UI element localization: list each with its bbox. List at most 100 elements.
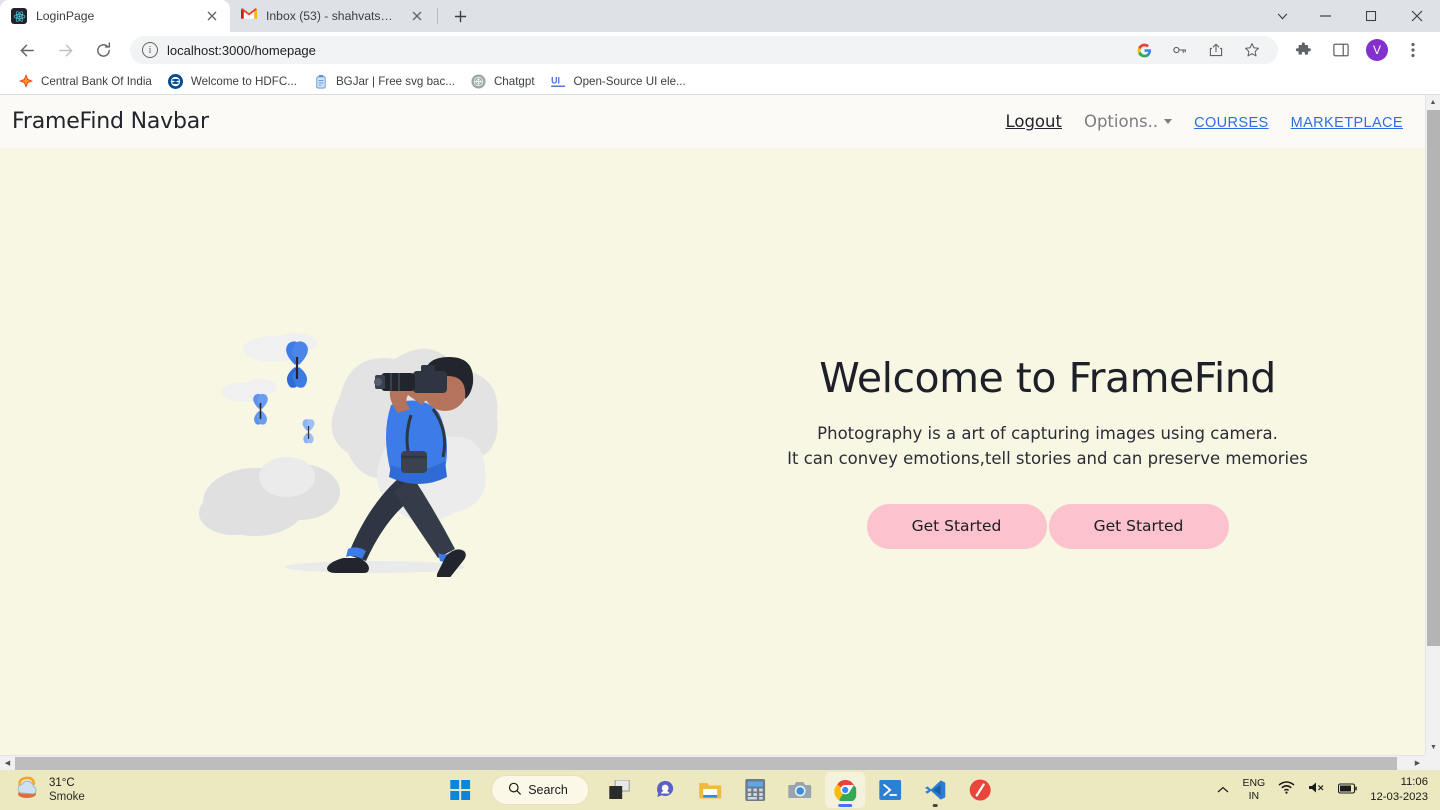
bookmark-label: Central Bank Of India	[41, 74, 152, 88]
weather-temperature: 31°C	[49, 776, 75, 789]
task-view-icon[interactable]	[600, 772, 640, 808]
tab-title: LoginPage	[36, 9, 95, 23]
vertical-scrollbar[interactable]: ▲ ▼	[1425, 95, 1440, 755]
search-icon	[508, 782, 521, 798]
windows-start-icon[interactable]	[440, 772, 480, 808]
sidebar-icon[interactable]	[1327, 36, 1355, 64]
maximize-icon[interactable]	[1348, 0, 1394, 32]
wifi-icon[interactable]	[1278, 781, 1295, 799]
address-bar[interactable]: i localhost:3000/homepage	[130, 36, 1278, 64]
active-app-indicator	[837, 804, 852, 807]
page-title: Welcome to FrameFind	[819, 354, 1276, 403]
camera-icon[interactable]	[780, 772, 820, 808]
clock-date: 12-03-2023	[1370, 791, 1428, 803]
new-tab-button[interactable]	[446, 2, 474, 30]
scroll-left-arrow-icon[interactable]: ◀	[0, 759, 15, 767]
puzzle-icon[interactable]	[1289, 36, 1317, 64]
chrome-icon[interactable]	[824, 772, 865, 808]
nav-link-courses[interactable]: COURSES	[1194, 115, 1269, 131]
back-arrow-icon[interactable]	[13, 36, 41, 64]
navbar-links: Logout Options.. COURSES MARKETPLACE	[1005, 112, 1403, 131]
powershell-icon[interactable]	[870, 772, 910, 808]
opera-icon[interactable]	[960, 772, 1000, 808]
info-icon[interactable]: i	[142, 42, 158, 58]
hero-illustration-wrap	[0, 327, 720, 577]
vscode-icon[interactable]	[915, 772, 955, 808]
close-window-icon[interactable]	[1394, 0, 1440, 32]
gmail-icon	[241, 8, 257, 24]
tab-search-icon[interactable]	[1262, 0, 1302, 32]
horizontal-scrollbar-thumb[interactable]	[15, 757, 1397, 770]
url-text: localhost:3000/homepage	[167, 42, 316, 58]
profile-avatar[interactable]: V	[1366, 39, 1388, 61]
get-started-button-1[interactable]: Get Started	[866, 503, 1047, 549]
tab-divider	[437, 8, 438, 24]
bookmark-label: Welcome to HDFC...	[190, 74, 297, 88]
butterfly-medium	[253, 393, 268, 425]
options-label: Options..	[1083, 112, 1159, 131]
svg-text:UI: UI	[551, 76, 560, 86]
bookmark-open-source-ui[interactable]: UI Open-Source UI ele...	[543, 70, 694, 92]
get-started-button-2[interactable]: Get Started	[1048, 503, 1229, 549]
tab-loginpage[interactable]: LoginPage	[0, 0, 230, 32]
star-icon[interactable]	[1238, 36, 1266, 64]
share-icon[interactable]	[1202, 36, 1230, 64]
bookmark-bgjar[interactable]: BGJar | Free svg bac...	[305, 70, 463, 92]
volume-muted-icon[interactable]	[1308, 781, 1325, 799]
language-indicator[interactable]: ENG IN	[1242, 777, 1265, 803]
vertical-scrollbar-thumb[interactable]	[1427, 110, 1440, 646]
bookmarks-bar: Central Bank Of India Welcome to HDFC...	[0, 68, 1440, 95]
cbi-icon	[18, 73, 34, 89]
scroll-down-arrow-icon[interactable]: ▼	[1426, 740, 1440, 755]
key-icon[interactable]	[1166, 36, 1194, 64]
bookmark-central-bank-of-india[interactable]: Central Bank Of India	[10, 70, 160, 92]
scroll-up-arrow-icon[interactable]: ▲	[1426, 95, 1440, 110]
hero-section: Welcome to FrameFind Photography is a ar…	[0, 148, 1425, 755]
google-icon[interactable]	[1130, 36, 1158, 64]
bookmark-chatgpt[interactable]: Chatgpt	[463, 70, 543, 92]
options-dropdown[interactable]: Options..	[1083, 112, 1173, 131]
photographer-illustration	[199, 332, 498, 577]
hero-buttons: Get Started Get Started	[720, 503, 1375, 549]
taskbar-search[interactable]: Search	[491, 775, 589, 805]
system-tray: ENG IN 11:06 12-03-2023	[1217, 775, 1440, 804]
scrollbar-corner	[1425, 755, 1440, 770]
ui-icon: UI	[550, 73, 567, 89]
file-explorer-icon[interactable]	[690, 772, 730, 808]
nav-link-marketplace[interactable]: MARKETPLACE	[1291, 115, 1403, 131]
battery-icon[interactable]	[1338, 781, 1358, 799]
hero-text-block: Welcome to FrameFind Photography is a ar…	[720, 354, 1425, 549]
horizontal-scrollbar[interactable]: ◀ ▶	[0, 755, 1440, 770]
forward-arrow-icon[interactable]	[51, 36, 79, 64]
chatgpt-icon	[471, 73, 487, 89]
close-icon[interactable]	[203, 7, 221, 25]
logout-link[interactable]: Logout	[1005, 112, 1062, 131]
bookmark-hdfc[interactable]: Welcome to HDFC...	[160, 70, 305, 92]
teams-chat-icon[interactable]	[645, 772, 685, 808]
minimize-icon[interactable]	[1302, 0, 1348, 32]
tab-inbox[interactable]: Inbox (53) - shahvatsal2003@gm	[230, 0, 435, 32]
calculator-icon[interactable]	[735, 772, 775, 808]
cloud-icon	[14, 776, 40, 805]
window-controls	[1262, 0, 1440, 32]
taskbar-apps: Search	[440, 772, 1000, 808]
scroll-right-arrow-icon[interactable]: ▶	[1410, 759, 1425, 767]
tab-title: Inbox (53) - shahvatsal2003@gm	[266, 9, 399, 23]
chevron-up-icon[interactable]	[1217, 781, 1229, 799]
reload-icon[interactable]	[89, 36, 117, 64]
browser-toolbar: i localhost:3000/homepage V	[0, 32, 1440, 68]
hero-subtitle-line2: It can convey emotions,tell stories and …	[787, 448, 1308, 468]
language-line-1: ENG	[1242, 777, 1266, 790]
three-dots-icon[interactable]	[1399, 36, 1427, 64]
bookmark-label: BGJar | Free svg bac...	[335, 74, 455, 88]
bookmark-label: Open-Source UI ele...	[573, 74, 686, 88]
language-line-2: IN	[1248, 790, 1260, 802]
clock-time: 11:06	[1400, 776, 1428, 789]
running-app-indicator	[932, 804, 938, 807]
close-icon[interactable]	[408, 7, 426, 25]
clock[interactable]: 11:06 12-03-2023	[1370, 775, 1428, 804]
site-brand[interactable]: FrameFind Navbar	[12, 109, 209, 134]
site-navbar: FrameFind Navbar Logout Options.. COURSE…	[0, 95, 1425, 148]
butterfly-large	[286, 340, 308, 388]
weather-widget[interactable]: 31°C Smoke	[0, 776, 85, 805]
